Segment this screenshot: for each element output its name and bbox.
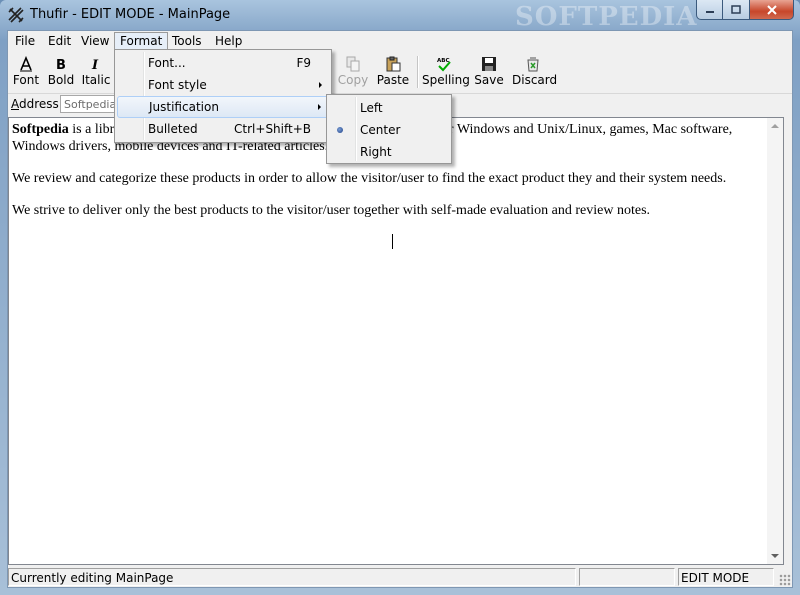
minimize-icon [705, 10, 714, 13]
justify-left-item[interactable]: Left [329, 97, 449, 119]
submenu-arrow-icon [318, 104, 321, 110]
italic-icon: I [91, 58, 99, 72]
toolbar-separator [417, 56, 419, 88]
maximize-icon [731, 5, 741, 14]
submenu-arrow-icon [319, 82, 322, 88]
status-middle [579, 568, 675, 586]
menu-edit[interactable]: Edit [43, 33, 76, 49]
radio-selected-icon [337, 127, 343, 133]
menu-bar: File Edit View Format Tools Help [8, 31, 792, 51]
editor-pane[interactable]: Softpedia is a libr ns for Windows and Un… [8, 117, 784, 565]
discard-button[interactable]: Discard [512, 54, 558, 90]
menu-item-font[interactable]: Font... F9 [117, 52, 329, 74]
discard-label: Discard [512, 73, 558, 87]
vertical-scrollbar[interactable] [767, 118, 783, 564]
close-icon [766, 4, 777, 15]
save-icon [482, 57, 496, 71]
menu-item-bulleted[interactable]: Bulleted Ctrl+Shift+B [117, 118, 329, 140]
status-bar: Currently editing MainPage EDIT MODE [8, 567, 792, 587]
scroll-up-icon[interactable] [771, 124, 779, 128]
paragraph-3: We strive to deliver only the best produ… [12, 203, 651, 218]
font-button[interactable]: Font [11, 54, 41, 90]
paragraph-2: We review and categorize these products … [12, 171, 727, 186]
copy-label: Copy [337, 73, 369, 87]
save-label: Save [474, 73, 504, 87]
resize-grip[interactable] [779, 574, 791, 586]
status-message: Currently editing MainPage [8, 568, 576, 586]
format-menu: Font... F9 Font style Justification Bulle… [114, 49, 332, 143]
recycle-bin-icon [527, 57, 539, 72]
svg-text:B: B [56, 58, 66, 72]
menu-format[interactable]: Format [114, 32, 169, 50]
status-mode: EDIT MODE [678, 568, 774, 586]
font-label: Font [12, 73, 40, 87]
menu-item-font-style[interactable]: Font style [117, 74, 329, 96]
menu-item-justification[interactable]: Justification [117, 96, 329, 118]
spelling-button[interactable]: ABC Spelling [422, 54, 470, 90]
font-icon [20, 56, 32, 72]
justification-submenu: Left Center Right [326, 94, 452, 164]
scroll-down-icon[interactable] [771, 554, 779, 558]
menu-help[interactable]: Help [210, 33, 247, 49]
maximize-button[interactable] [723, 0, 750, 20]
paste-icon [386, 56, 401, 72]
close-button[interactable] [750, 0, 794, 20]
copy-icon [346, 56, 360, 72]
svg-text:ABC: ABC [437, 58, 450, 64]
bold-label: Bold [47, 73, 75, 87]
softpedia-watermark: SOFTPEDIA [515, 2, 698, 32]
menu-view[interactable]: View [76, 33, 114, 49]
spelling-label: Spelling [422, 73, 470, 87]
paste-label: Paste [376, 73, 410, 87]
menu-tools[interactable]: Tools [167, 33, 207, 49]
justify-right-item[interactable]: Right [329, 141, 449, 163]
window-title: Thufir - EDIT MODE - MainPage [30, 7, 231, 22]
menu-file[interactable]: File [10, 33, 40, 49]
app-icon[interactable] [8, 7, 24, 23]
paste-button[interactable]: Paste [374, 54, 412, 90]
minimize-button[interactable] [696, 0, 723, 20]
bold-icon: B [56, 58, 66, 72]
spell-check-icon: ABC [437, 58, 451, 72]
bold-button[interactable]: B Bold [46, 54, 76, 90]
italic-button[interactable]: I Italic [81, 54, 111, 90]
text-caret [392, 234, 393, 249]
brand-name: Softpedia [12, 122, 69, 137]
title-bar[interactable]: Thufir - EDIT MODE - MainPage SOFTPEDIA [0, 0, 800, 32]
address-label: Address [11, 97, 59, 111]
save-button[interactable]: Save [472, 54, 506, 90]
copy-button[interactable]: Copy [336, 54, 370, 90]
italic-label: Italic [81, 73, 111, 87]
app-window: Thufir - EDIT MODE - MainPage SOFTPEDIA … [0, 0, 800, 595]
svg-text:I: I [91, 58, 99, 72]
justify-center-item[interactable]: Center [329, 119, 449, 141]
